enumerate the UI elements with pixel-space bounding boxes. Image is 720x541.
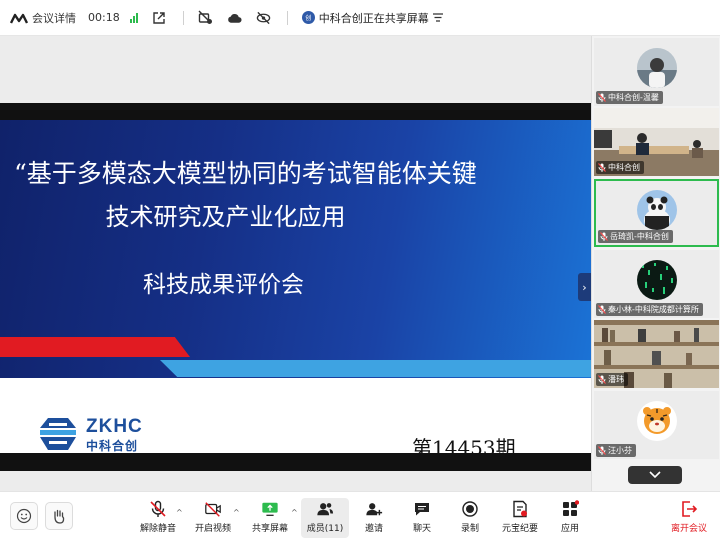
add-user-icon (365, 500, 383, 518)
filter-menu-icon[interactable] (432, 13, 443, 22)
avatar (637, 48, 677, 88)
members-button[interactable]: 成员(11) (301, 498, 349, 538)
participant-tile[interactable]: 潘玮 (594, 320, 719, 388)
participant-tile[interactable]: 汪小芬 (594, 391, 719, 459)
screen-share-status[interactable]: 创 中科合创正在共享屏幕 (301, 10, 443, 26)
audio-options-caret[interactable]: ^ (176, 508, 183, 517)
slide-title-line-2: 技术研究及产业化应用 (105, 203, 346, 231)
slide-red-stripe (0, 337, 190, 357)
start-video-label: 开启视频 (194, 524, 231, 534)
participant-name: 岳琦凯-中科合创 (610, 232, 669, 241)
share-status-text: 中科合创正在共享屏幕 (318, 11, 429, 25)
share-options-caret[interactable]: ^ (291, 508, 298, 517)
unmute-button[interactable]: 解除静音 (135, 498, 181, 538)
emoji-button[interactable] (10, 502, 38, 530)
chevron-down-icon (649, 471, 661, 479)
collapse-panel-button[interactable]: › (578, 273, 591, 301)
participant-label: 中科合创 (596, 161, 644, 174)
mic-muted-icon (598, 163, 606, 172)
leave-icon (680, 500, 698, 518)
participant-label: 岳琦凯-中科合创 (598, 230, 673, 243)
slide-title-line-1: “基于多模态大模型协同的考试智能体关键 (14, 159, 477, 188)
raise-hand-button[interactable] (45, 502, 73, 530)
participant-panel: 中科合创-温馨 中科合创 岳琦凯-中科合创 秦小林-中科院成都计算所 潘玮 汪小… (591, 36, 720, 491)
avatar (637, 190, 677, 230)
slide-subtitle: 科技成果评价会 (143, 272, 304, 298)
invite-button[interactable]: 邀请 (351, 498, 397, 538)
participant-name: 中科合创-温馨 (608, 93, 659, 102)
zkhc-logo-icon (40, 418, 76, 450)
emoji-icon (16, 508, 32, 524)
chat-button[interactable]: 聊天 (399, 498, 445, 538)
slide-bottom-band (0, 453, 591, 471)
participant-name: 秦小林-中科院成都计算所 (608, 305, 699, 314)
presentation-slide: “基于多模态大模型协同的考试智能体关键 技术研究及产业化应用 科技成果评价会 Z… (0, 103, 591, 471)
share-screen-button[interactable]: 共享屏幕 (247, 498, 293, 538)
participant-name: 中科合创 (608, 163, 640, 172)
avatar (637, 401, 677, 441)
mic-muted-icon (598, 93, 606, 102)
mic-muted-icon (598, 446, 606, 455)
apps-grid-icon (561, 500, 579, 518)
participant-label: 汪小芬 (596, 444, 636, 457)
visibility-off-icon[interactable] (256, 10, 271, 25)
signal-strength-icon (129, 12, 138, 23)
avatar (637, 260, 677, 300)
show-more-participants-button[interactable] (628, 466, 682, 484)
chat-label: 聊天 (412, 524, 431, 534)
chat-icon (413, 500, 431, 518)
apps-label: 应用 (560, 524, 579, 534)
unmute-label: 解除静音 (139, 524, 176, 534)
top-bar: 会议详情 00:18 创 中科合创正在共享屏幕 (0, 0, 720, 36)
meeting-timer: 00:18 (88, 11, 120, 24)
share-screen-label: 共享屏幕 (251, 524, 288, 534)
start-video-button[interactable]: 开启视频 (190, 498, 236, 538)
participant-name: 潘玮 (608, 375, 624, 384)
participant-label: 潘玮 (596, 373, 628, 386)
participant-tile[interactable]: 中科合创 (594, 108, 719, 176)
record-button[interactable]: 录制 (447, 498, 493, 538)
invite-label: 邀请 (364, 524, 383, 534)
meeting-logo-icon (10, 13, 28, 24)
yuanbao-notes-button[interactable]: 元宝纪要 (497, 498, 543, 538)
participant-tile-active[interactable]: 岳琦凯-中科合创 (594, 179, 719, 247)
notes-icon (511, 500, 529, 518)
leave-meeting-label: 离开会议 (670, 524, 707, 534)
sharer-avatar: 创 (301, 11, 315, 24)
popout-icon[interactable] (152, 10, 167, 25)
record-label: 录制 (460, 524, 479, 534)
video-off-icon[interactable] (198, 10, 213, 25)
divider (182, 10, 184, 25)
leave-meeting-button[interactable]: 离开会议 (664, 498, 714, 538)
slide-cyan-stripe (160, 360, 591, 377)
meeting-details-link[interactable]: 会议详情 (32, 10, 76, 26)
chevron-right-icon: › (582, 280, 587, 294)
logo-chinese-text: 中科合创 (86, 439, 139, 453)
logo-text: ZKHC (86, 416, 143, 437)
mic-muted-icon (598, 375, 606, 384)
mic-muted-icon (149, 500, 167, 518)
mic-muted-icon (600, 232, 608, 241)
shared-screen: “基于多模态大模型协同的考试智能体关键 技术研究及产业化应用 科技成果评价会 Z… (0, 36, 591, 491)
record-icon (461, 500, 479, 518)
participant-label: 秦小林-中科院成都计算所 (596, 303, 703, 316)
video-options-caret[interactable]: ^ (233, 508, 240, 517)
divider (286, 10, 288, 25)
members-label: 成员(11) (306, 524, 344, 534)
share-screen-icon (261, 500, 279, 518)
slide-top-band (0, 103, 591, 120)
mic-muted-icon (598, 305, 606, 314)
participant-name: 汪小芬 (608, 446, 632, 455)
raise-hand-icon (54, 509, 65, 524)
participant-tile[interactable]: 秦小林-中科院成都计算所 (594, 250, 719, 318)
cloud-icon[interactable] (227, 10, 242, 25)
participant-tile[interactable]: 中科合创-温馨 (594, 38, 719, 106)
apps-button[interactable]: 应用 (547, 498, 593, 538)
members-icon (316, 500, 334, 518)
meeting-toolbar: 解除静音 ^ 开启视频 ^ 共享屏幕 ^ 成员(11) 邀请 聊天 录制 元宝纪… (0, 491, 720, 541)
yuanbao-notes-label: 元宝纪要 (501, 524, 538, 534)
participant-label: 中科合创-温馨 (596, 91, 663, 104)
video-off-icon (204, 500, 222, 518)
